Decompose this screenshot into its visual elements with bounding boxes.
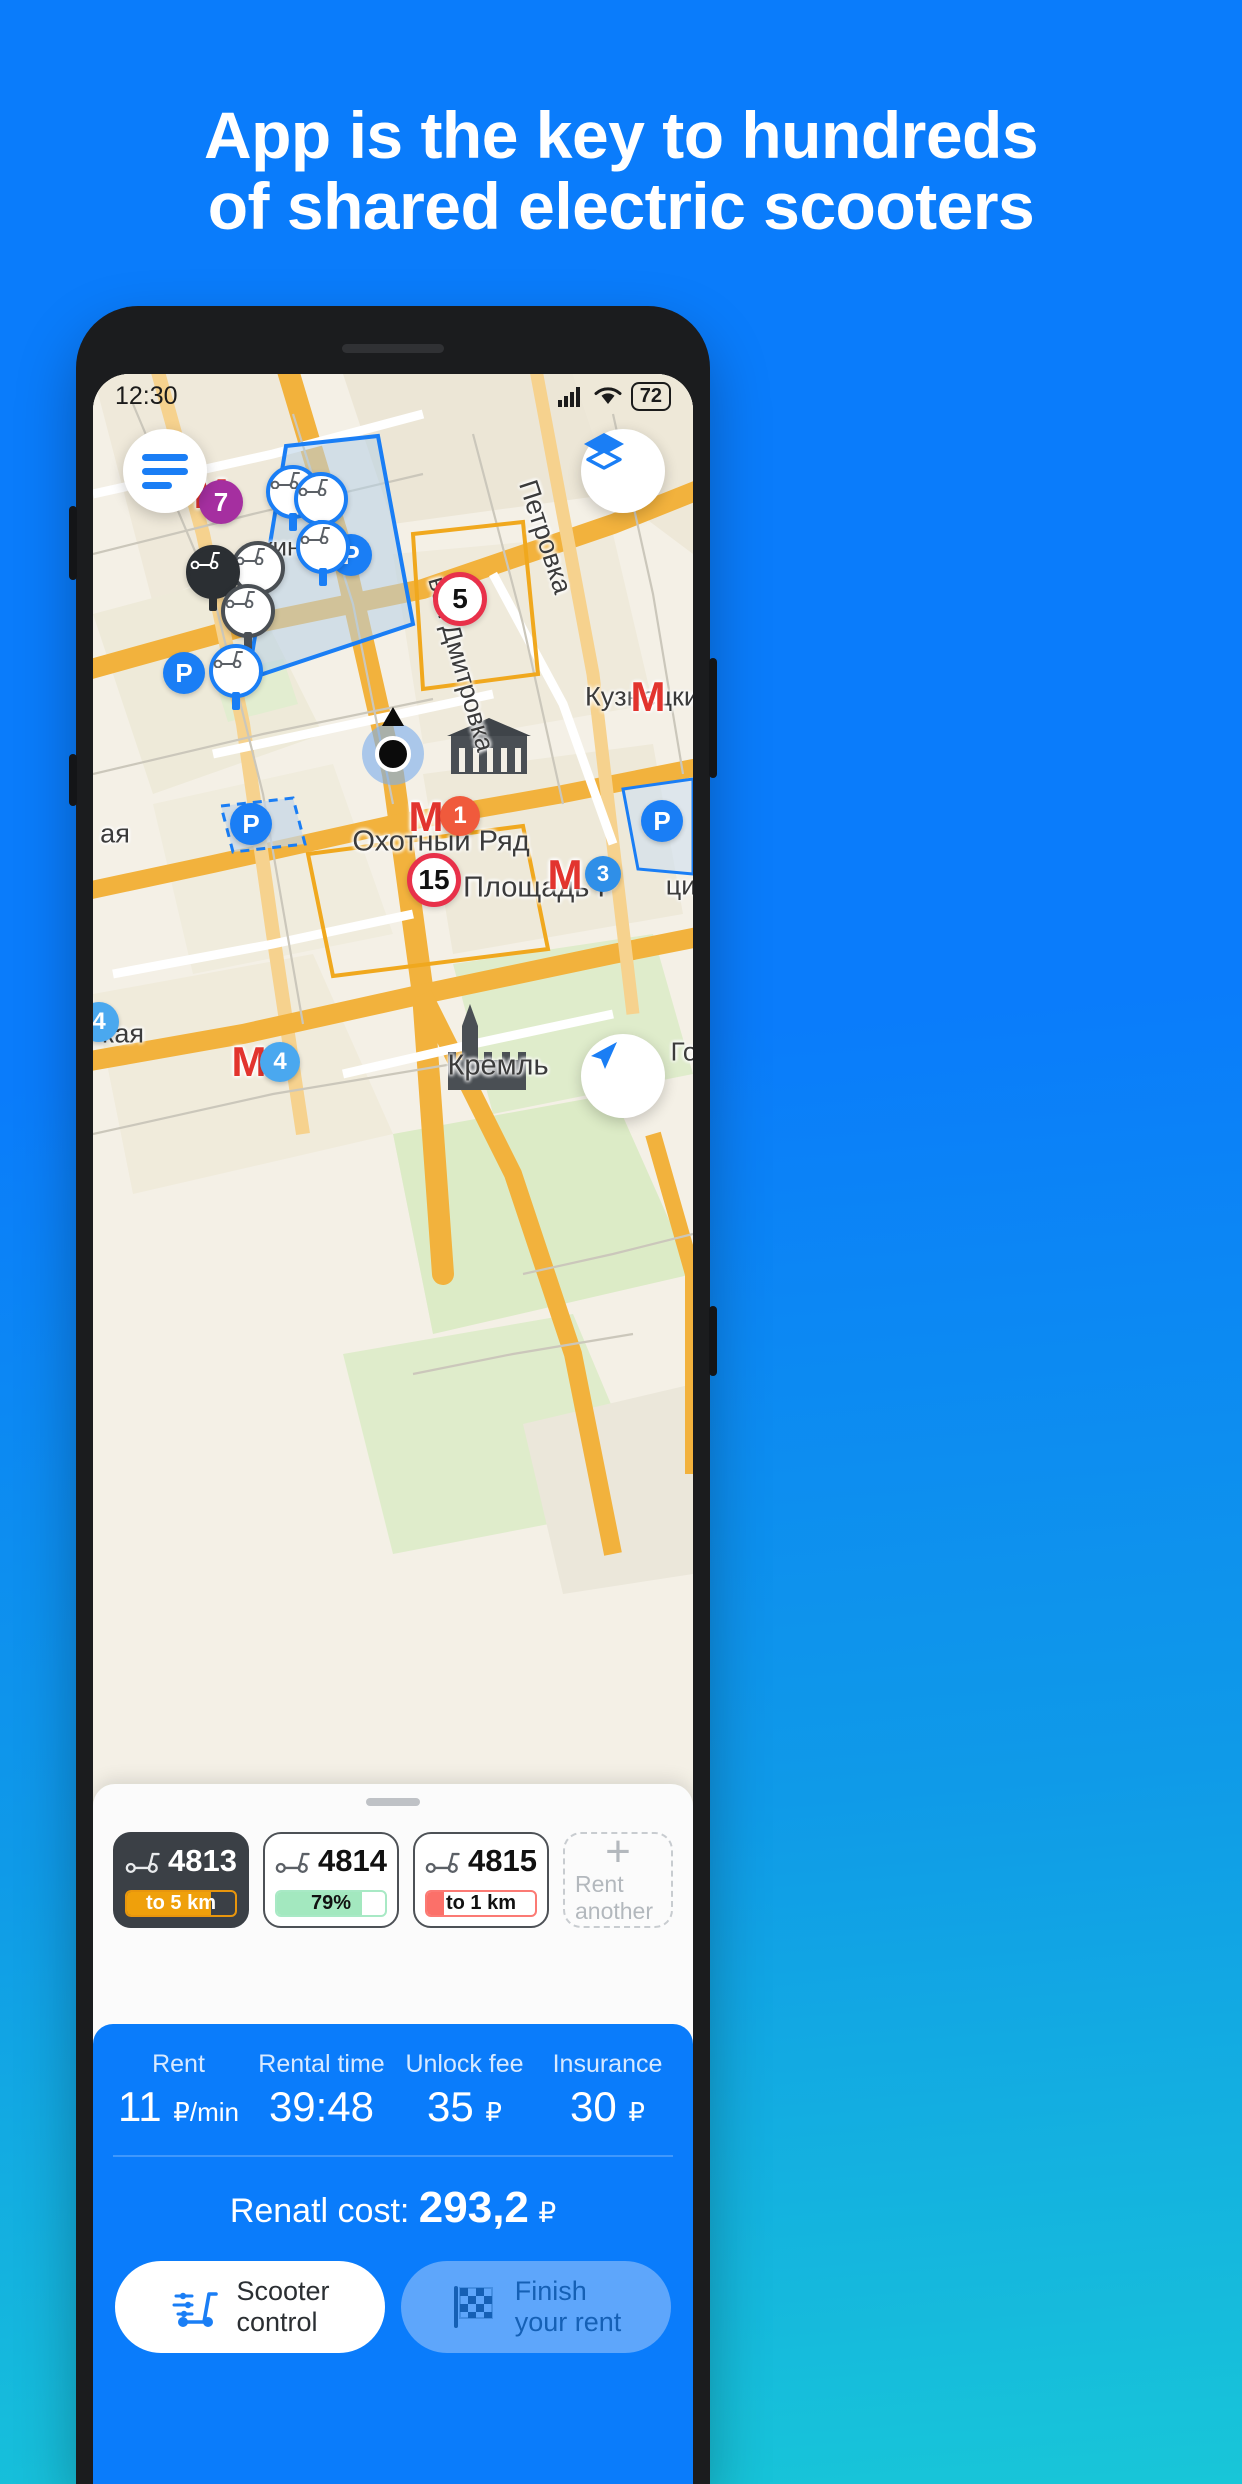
user-location-marker — [362, 707, 424, 785]
map-label: ци — [665, 870, 693, 901]
stat-rent: Rent 11 ₽/min — [107, 2050, 250, 2131]
scooter-card[interactable]: 4813 to 5 km — [113, 1832, 249, 1928]
scooter-settings-icon — [172, 2292, 219, 2327]
headline-line-2: of shared electric scooters — [207, 169, 1035, 244]
rental-info-panel: Rent 11 ₽/min Rental time 39:48 Unlock f… — [93, 2024, 693, 2484]
scooter-control-line-2: control — [236, 2307, 318, 2337]
signal-bars-icon — [557, 387, 580, 407]
scooter-map-pin[interactable] — [209, 644, 263, 710]
scooter-icon — [225, 591, 255, 608]
stat-value: 30 — [570, 2083, 617, 2130]
status-time: 12:30 — [115, 381, 178, 410]
stat-value: 35 — [427, 2083, 474, 2130]
metro-icon: M — [547, 851, 583, 898]
phone-screen: кинская Петровка вая Дмитровка Кузнецки … — [93, 374, 693, 2484]
sheet-drag-handle[interactable] — [366, 1798, 420, 1806]
parking-marker[interactable]: P — [163, 652, 205, 694]
action-buttons-row: Scooter control Finish your rent — [93, 2233, 693, 2353]
finish-rent-line-2: your rent — [514, 2307, 622, 2337]
map-layers-button[interactable] — [581, 429, 665, 513]
scooter-map-pin[interactable] — [294, 472, 348, 538]
rent-another-label: Rent another — [575, 1871, 654, 1924]
plus-icon: + — [605, 1827, 631, 1876]
map-layers-icon — [584, 433, 624, 470]
panel-divider — [113, 2155, 673, 2157]
rental-stats-row: Rent 11 ₽/min Rental time 39:48 Unlock f… — [93, 2024, 693, 2131]
headline-line-1: App is the key to hundreds — [203, 98, 1039, 172]
parking-marker[interactable]: P — [641, 800, 683, 842]
map-label: Го — [670, 1036, 693, 1067]
scooter-range-badge: to 1 km — [425, 1890, 537, 1917]
scooter-icon — [125, 1852, 160, 1874]
locate-me-button[interactable] — [581, 1034, 665, 1118]
stat-rental-time: Rental time 39:48 — [250, 2050, 393, 2131]
phone-button-left-2 — [69, 754, 77, 806]
scooter-range-label: to 1 km — [445, 1892, 517, 1914]
scooter-id: 4813 — [168, 1843, 237, 1878]
bottom-sheet[interactable]: 4813 to 5 km 4814 79% 4815 to 1 km + Ren… — [93, 1784, 693, 2484]
menu-button[interactable] — [123, 429, 207, 513]
stat-label: Insurance — [552, 2050, 663, 2078]
scooter-icon — [298, 479, 328, 496]
page-title: App is the key to hundreds of shared ele… — [0, 98, 1242, 244]
phone-button-left-1 — [69, 506, 77, 580]
stat-unit: ₽ — [628, 2097, 645, 2127]
metro-icon: M — [408, 793, 444, 840]
cluster-marker[interactable]: 4 — [260, 1042, 300, 1082]
stat-unit: ₽/min — [173, 2097, 239, 2127]
phone-button-right-2 — [709, 1306, 717, 1376]
rental-cost-label: Renatl cost: — [229, 2192, 410, 2230]
scooter-control-button[interactable]: Scooter control — [115, 2261, 385, 2353]
scooter-icon — [213, 651, 243, 668]
scooter-id: 4814 — [318, 1843, 387, 1878]
phone-mockup: кинская Петровка вая Дмитровка Кузнецки … — [69, 306, 717, 2484]
map-label: ая — [100, 818, 130, 849]
scooter-control-line-1: Scooter — [236, 2275, 330, 2306]
speed-limit-marker[interactable]: 5 — [433, 572, 487, 626]
finish-rent-line-1: Finish — [514, 2275, 587, 2306]
scooter-icon — [275, 1852, 310, 1874]
stat-insurance: Insurance 30 ₽ — [536, 2050, 679, 2131]
rent-another-button[interactable]: + Rent another — [563, 1827, 673, 1928]
navigation-arrow-icon — [591, 1042, 617, 1069]
scooter-icon — [190, 552, 220, 569]
scooter-card[interactable]: 4815 to 1 km — [413, 1832, 549, 1928]
stat-unit: ₽ — [485, 2097, 502, 2127]
stat-label: Rental time — [258, 2050, 385, 2078]
scooter-battery-badge: 79% — [275, 1890, 387, 1917]
cluster-marker[interactable]: 7 — [199, 480, 243, 524]
stat-unlock-fee: Unlock fee 35 ₽ — [393, 2050, 536, 2131]
cluster-marker[interactable]: 3 — [585, 856, 621, 892]
scooter-icon — [300, 527, 330, 544]
parking-marker[interactable]: P — [230, 803, 272, 845]
phone-button-right-1 — [709, 658, 717, 778]
battery-indicator: 72 — [630, 381, 671, 411]
scooter-range-badge: to 5 km — [125, 1890, 237, 1917]
cluster-marker[interactable]: 1 — [440, 796, 480, 836]
status-bar: 12:30 72 — [93, 374, 693, 418]
scooter-range-label: to 5 km — [145, 1892, 217, 1914]
metro-icon: M — [630, 673, 666, 720]
scooter-card-list: 4813 to 5 km 4814 79% 4815 to 1 km + Ren… — [93, 1806, 693, 1928]
map-label: Кремль — [447, 1049, 549, 1082]
scooter-icon — [425, 1852, 460, 1874]
stat-label: Unlock fee — [405, 2050, 524, 2078]
scooter-map-pin[interactable] — [221, 584, 275, 650]
rental-cost-amount: 293,2 — [418, 2183, 529, 2232]
wifi-icon — [594, 387, 622, 404]
checkered-flag-icon — [453, 2286, 493, 2328]
speed-limit-marker[interactable]: 15 — [407, 853, 461, 907]
rental-cost-row: Renatl cost: 293,2 ₽ — [93, 2183, 693, 2233]
finish-rent-button[interactable]: Finish your rent — [401, 2261, 671, 2353]
scooter-id: 4815 — [468, 1843, 537, 1878]
stat-label: Rent — [152, 2050, 205, 2078]
stat-value: 39:48 — [268, 2083, 375, 2130]
rental-cost-currency: ₽ — [538, 2197, 557, 2228]
scooter-card[interactable]: 4814 79% — [263, 1832, 399, 1928]
stat-value: 11 — [118, 2083, 162, 2130]
scooter-battery-label: 79% — [310, 1892, 352, 1914]
scooter-map-pin[interactable] — [296, 520, 350, 586]
